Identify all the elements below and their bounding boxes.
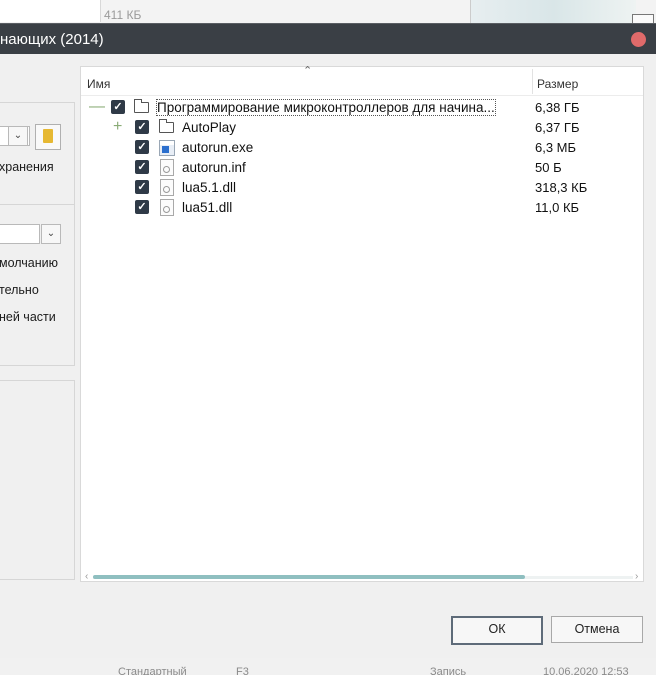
column-header-size[interactable]: Размер xyxy=(537,77,578,91)
settings-file-icon xyxy=(160,159,174,176)
tree-row-size: 6,38 ГБ xyxy=(535,100,580,115)
tree-row-size: 50 Б xyxy=(535,160,562,175)
horizontal-scrollbar[interactable]: ‹ › xyxy=(85,571,639,582)
column-header-name[interactable]: Имя xyxy=(87,77,110,91)
background-size-text: 411 КБ xyxy=(104,8,142,22)
background-status-row: Стандартный F3 Запись 10.06.2020 12:53 xyxy=(0,658,656,675)
tree-row-name: lua5.1.dll xyxy=(182,180,237,195)
checkbox-checked-icon[interactable]: ✓ xyxy=(135,200,149,214)
tree-row-size: 6,3 МБ xyxy=(535,140,577,155)
scroll-thumb[interactable] xyxy=(93,575,525,579)
browse-folder-button[interactable] xyxy=(35,124,61,150)
tree-row-size: 318,3 КБ xyxy=(535,180,588,195)
column-separator xyxy=(532,69,533,94)
save-label: хранения xyxy=(0,160,54,174)
dialog-titlebar: нающих (2014) xyxy=(0,24,656,54)
tree-row-size: 11,0 КБ xyxy=(535,200,580,215)
background-image-panel xyxy=(470,0,636,24)
exe-file-icon xyxy=(159,140,175,156)
tree-row[interactable]: ✓ autorun.exe 6,3 МБ xyxy=(81,138,643,158)
folder-open-icon xyxy=(134,99,149,113)
folder-icon xyxy=(43,129,53,143)
tree-row-name: lua51.dll xyxy=(182,200,233,215)
background-status-cell: Стандартный xyxy=(118,666,187,675)
tree-row[interactable]: ✓ lua51.dll 11,0 КБ xyxy=(81,198,643,218)
tree-row-name: autorun.exe xyxy=(182,140,254,155)
options-combo[interactable] xyxy=(0,224,40,244)
option-lower[interactable]: ней части xyxy=(0,310,56,324)
folder-open-icon xyxy=(159,119,174,133)
dll-file-icon xyxy=(160,199,174,216)
checkbox-checked-icon[interactable]: ✓ xyxy=(111,100,125,114)
tree-row[interactable]: — ✓ Программирование микроконтроллеров д… xyxy=(81,98,643,118)
option-default[interactable]: молчанию xyxy=(0,256,58,270)
torrent-dialog: нающих (2014) ⌄ хранения ⌄ молчанию тель… xyxy=(0,24,656,658)
background-status-cell: 10.06.2020 12:53 xyxy=(543,666,629,675)
tree-row-name: autorun.inf xyxy=(182,160,246,175)
checkbox-checked-icon[interactable]: ✓ xyxy=(135,140,149,154)
background-panel xyxy=(0,0,101,22)
file-tree: ⌃ Имя Размер — ✓ Программирование микрок… xyxy=(80,65,644,582)
expand-icon[interactable]: + xyxy=(113,119,122,135)
close-icon[interactable] xyxy=(631,32,646,47)
tree-row[interactable]: + ✓ AutoPlay 6,37 ГБ xyxy=(81,118,643,138)
chevron-down-icon[interactable]: ⌄ xyxy=(8,126,28,146)
chevron-down-icon[interactable]: ⌄ xyxy=(41,224,61,244)
checkbox-checked-icon[interactable]: ✓ xyxy=(135,160,149,174)
tree-row-size: 6,37 ГБ xyxy=(535,120,580,135)
save-location-panel xyxy=(0,102,75,207)
scroll-left-icon[interactable]: ‹ xyxy=(85,571,88,582)
tree-row[interactable]: ✓ lua5.1.dll 318,3 КБ xyxy=(81,178,643,198)
info-panel xyxy=(0,380,75,580)
scroll-right-icon[interactable]: › xyxy=(635,571,638,582)
sort-ascending-icon: ⌃ xyxy=(303,65,313,77)
tree-row[interactable]: ✓ autorun.inf 50 Б xyxy=(81,158,643,178)
background-window: 411 КБ xyxy=(0,0,656,26)
header-divider xyxy=(81,95,643,96)
dialog-title: нающих (2014) xyxy=(0,31,104,48)
background-status-cell: Запись xyxy=(430,666,467,675)
checkbox-checked-icon[interactable]: ✓ xyxy=(135,180,149,194)
tree-row-name: AutoPlay xyxy=(182,120,237,135)
option-relative[interactable]: тельно xyxy=(0,283,39,297)
tree-row-name: Программирование микроконтроллеров для н… xyxy=(156,99,496,116)
dll-file-icon xyxy=(160,179,174,196)
ok-button[interactable]: ОК xyxy=(451,616,543,645)
checkbox-checked-icon[interactable]: ✓ xyxy=(135,120,149,134)
cancel-button[interactable]: Отмена xyxy=(551,616,643,643)
collapse-icon[interactable]: — xyxy=(89,99,105,115)
background-status-cell: F3 xyxy=(236,666,249,675)
